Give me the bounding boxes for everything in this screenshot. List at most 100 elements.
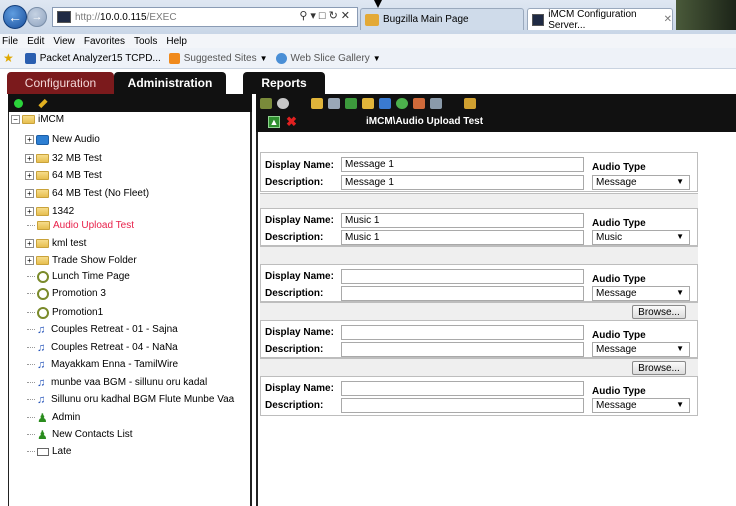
collapse-icon[interactable]: − (11, 115, 20, 124)
wand-icon[interactable] (260, 97, 272, 109)
expand-icon[interactable]: + (25, 256, 34, 265)
tab-reports[interactable]: Reports (243, 72, 325, 94)
display-name-input[interactable] (341, 269, 584, 284)
search-icon[interactable] (277, 97, 289, 109)
audio-type-select[interactable]: Message ▼ (592, 175, 690, 190)
tree-item[interactable]: Lunch Time Page (27, 269, 130, 284)
key-add-icon[interactable] (345, 97, 357, 109)
content-toolbar (256, 94, 736, 112)
background-window (676, 0, 736, 30)
browse-button[interactable]: Browse... (632, 361, 686, 375)
favorites-star-icon[interactable]: ★ (3, 51, 17, 65)
expand-icon[interactable]: + (25, 207, 34, 216)
expand-icon[interactable]: + (25, 154, 34, 163)
tree-item[interactable]: + New Audio (25, 132, 100, 147)
note-add-icon[interactable] (379, 97, 391, 109)
tree-connector (27, 417, 35, 418)
folder-icon (36, 154, 49, 163)
tree-item[interactable]: ♫ Couples Retreat - 04 - NaNa (27, 340, 178, 355)
refresh-gear-icon[interactable] (14, 98, 23, 108)
folder-icon[interactable] (311, 97, 323, 109)
display-name-input[interactable] (341, 325, 584, 340)
description-input[interactable] (341, 398, 584, 413)
description-input[interactable] (341, 286, 584, 301)
favorite-suggested-sites[interactable]: Suggested Sites ▼ (168, 52, 268, 64)
tree-root[interactable]: − iMCM (11, 112, 64, 127)
tree-item-label: Sillunu oru kadhal BGM Flute Munbe Vaa (51, 394, 235, 405)
audio-type-select[interactable]: Message ▼ (592, 286, 690, 301)
tree-item[interactable]: + Trade Show Folder (25, 253, 137, 268)
music-add-icon[interactable] (362, 97, 374, 109)
tree-item[interactable]: Late (27, 444, 71, 459)
person-icon: ♟ (37, 427, 48, 442)
contact-add-icon[interactable] (396, 97, 408, 109)
tree-item[interactable]: + kml test (25, 236, 86, 251)
close-tab-icon[interactable]: ✕ (664, 14, 672, 25)
menu-file[interactable]: File (2, 36, 18, 47)
folder-icon (36, 256, 49, 265)
mail-icon (37, 447, 49, 456)
chevron-down-icon: ▼ (676, 400, 684, 409)
tree-item-selected[interactable]: Audio Upload Test (27, 218, 134, 233)
description-input[interactable]: Message 1 (341, 175, 584, 190)
display-name-input[interactable] (341, 381, 584, 396)
tab-configuration[interactable]: Configuration (7, 72, 114, 94)
tree-item[interactable]: + 32 MB Test (25, 151, 102, 166)
display-name-label: Display Name: (265, 215, 334, 226)
menu-tools[interactable]: Tools (134, 36, 157, 47)
audio-type-select[interactable]: Music ▼ (592, 230, 690, 245)
menu-help[interactable]: Help (166, 36, 187, 47)
address-tools-icons[interactable]: ⚲▾□↻✕ (299, 9, 353, 22)
folder-icon (36, 171, 49, 180)
tree-item[interactable]: + 64 MB Test (25, 168, 102, 183)
mail-add-icon[interactable] (430, 97, 442, 109)
tab-imcm[interactable]: iMCM Configuration Server... ✕ (527, 8, 673, 31)
tab-bugzilla[interactable]: Bugzilla Main Page (360, 8, 524, 30)
display-name-input[interactable]: Message 1 (341, 157, 584, 172)
delete-icon[interactable]: ✖ (286, 114, 297, 130)
favorite-packet-analyzer[interactable]: Packet Analyzer15 TCPD... (24, 52, 161, 64)
menu-view[interactable]: View (53, 36, 75, 47)
tree-item[interactable]: ♫ munbe vaa BGM - sillunu oru kadal (27, 375, 207, 390)
upload-folder-icon[interactable] (464, 97, 476, 109)
tree-item[interactable]: Promotion1 (27, 305, 103, 320)
expand-icon[interactable]: + (25, 171, 34, 180)
description-input[interactable] (341, 342, 584, 357)
expand-icon[interactable]: + (25, 135, 34, 144)
tab-administration[interactable]: Administration (114, 72, 226, 94)
menu-favorites[interactable]: Favorites (84, 36, 125, 47)
audio-entry: Display Name: Music 1 Audio Type Descrip… (260, 208, 698, 246)
expand-icon[interactable]: + (25, 189, 34, 198)
tree-item[interactable]: ♟ Admin (27, 410, 80, 425)
tree-item[interactable]: ♫ Couples Retreat - 01 - Sajna (27, 322, 178, 337)
chevron-down-icon: ▼ (676, 232, 684, 241)
document-icon[interactable] (328, 97, 340, 109)
browse-button[interactable]: Browse... (632, 305, 686, 319)
menu-edit[interactable]: Edit (27, 36, 44, 47)
expand-icon[interactable]: + (25, 239, 34, 248)
description-input[interactable]: Music 1 (341, 230, 584, 245)
upload-icon[interactable]: ▲ (268, 116, 280, 128)
favorite-web-slice-gallery[interactable]: Web Slice Gallery ▼ (275, 52, 381, 64)
back-button[interactable]: ← (3, 5, 27, 29)
description-label: Description: (265, 344, 324, 355)
entry-separator (260, 193, 698, 208)
tree-item[interactable]: ♫ Mayakkam Enna - TamilWire (27, 357, 178, 372)
tree-item[interactable]: + 1342 (25, 204, 74, 219)
music-note-icon: ♫ (37, 358, 46, 371)
tree-connector (27, 347, 35, 348)
tree-connector (27, 312, 35, 313)
audio-type-select[interactable]: Message ▼ (592, 398, 690, 413)
tree-item[interactable]: Promotion 3 (27, 286, 106, 301)
address-bar[interactable]: http://10.0.0.115/EXEC ⚲▾□↻✕ (52, 7, 358, 27)
tree-item[interactable]: + 64 MB Test (No Fleet) (25, 186, 149, 201)
wand-icon[interactable] (38, 98, 48, 108)
tree-item[interactable]: ♟ New Contacts List (27, 427, 133, 442)
audio-type-select[interactable]: Message ▼ (592, 342, 690, 357)
list-add-icon[interactable] (413, 97, 425, 109)
tab-label: Bugzilla Main Page (383, 14, 469, 25)
tree-item[interactable]: ♫ Sillunu oru kadhal BGM Flute Munbe Vaa (27, 392, 234, 407)
forward-button[interactable]: → (27, 7, 47, 27)
display-name-input[interactable]: Music 1 (341, 213, 584, 228)
